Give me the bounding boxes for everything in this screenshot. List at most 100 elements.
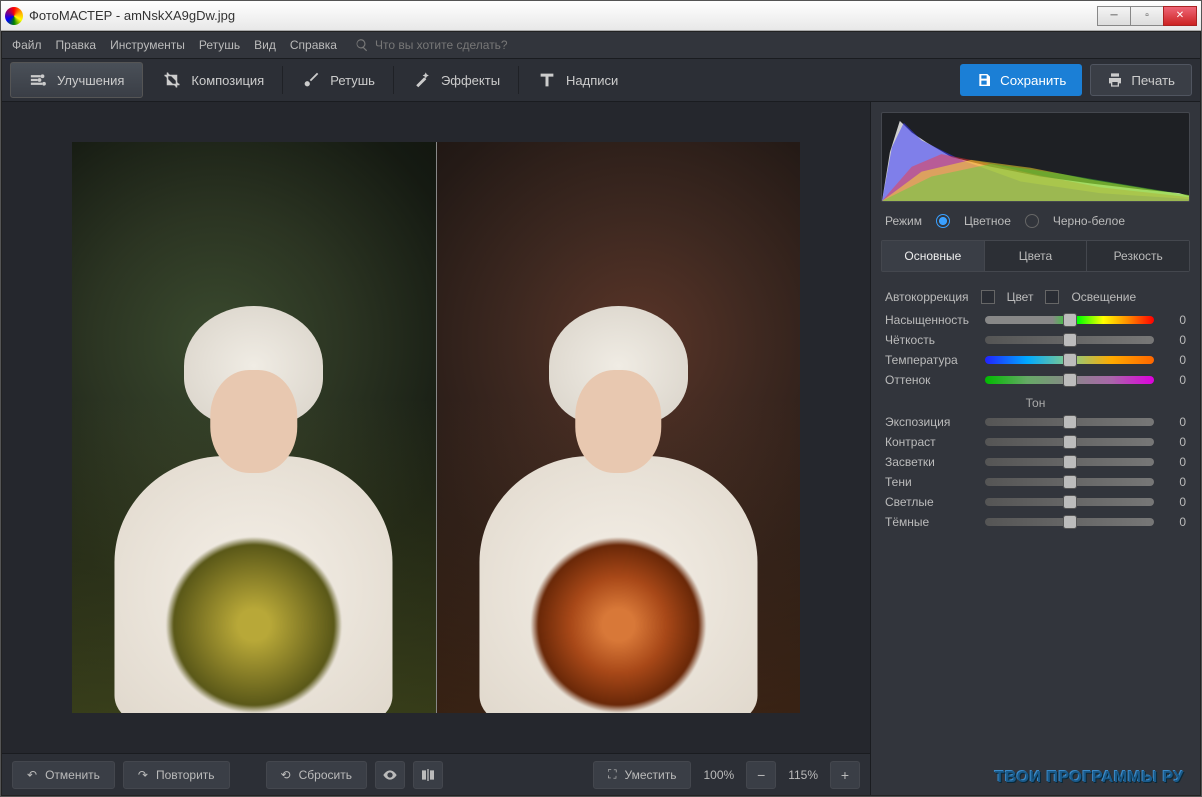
- minimize-button[interactable]: ─: [1097, 6, 1131, 26]
- slider-track[interactable]: [985, 336, 1154, 344]
- tab-retouch[interactable]: Ретушь: [284, 62, 393, 98]
- autocorrect-row: Автокоррекция Цвет Освещение: [883, 284, 1188, 310]
- chk-color[interactable]: [981, 290, 995, 304]
- compare-toggle-button[interactable]: [413, 761, 443, 789]
- auto-color-label[interactable]: Цвет: [1007, 290, 1034, 304]
- slider-thumb[interactable]: [1063, 415, 1077, 429]
- watermark: ТВОИ ПРОГРАММЫ РУ: [881, 761, 1190, 789]
- radio-bw[interactable]: [1025, 214, 1039, 228]
- menu-view[interactable]: Вид: [254, 38, 276, 52]
- slider-value: 0: [1162, 313, 1186, 327]
- slider-label: Засветки: [885, 455, 977, 469]
- compare-view: [72, 142, 800, 713]
- chk-light[interactable]: [1045, 290, 1059, 304]
- slider-color-3: Оттенок 0: [883, 370, 1188, 390]
- canvas[interactable]: [2, 102, 870, 753]
- bottombar: ↶Отменить ↷Повторить ⟲Сбросить ⛶Уместить…: [2, 753, 870, 795]
- titlebar[interactable]: ФотоМАСТЕР - amNskXA9gDw.jpg ─ ▫ ✕: [1, 1, 1201, 31]
- slider-label: Тени: [885, 475, 977, 489]
- histogram-chart: [882, 113, 1189, 201]
- slider-track[interactable]: [985, 458, 1154, 466]
- slider-thumb[interactable]: [1063, 373, 1077, 387]
- slider-track[interactable]: [985, 376, 1154, 384]
- slider-thumb[interactable]: [1063, 475, 1077, 489]
- slider-track[interactable]: [985, 316, 1154, 324]
- slider-tone-1: Контраст 0: [883, 432, 1188, 452]
- preview-toggle-button[interactable]: [375, 761, 405, 789]
- menu-file[interactable]: Файл: [12, 38, 42, 52]
- slider-value: 0: [1162, 435, 1186, 449]
- image-after: [436, 142, 801, 713]
- slider-track[interactable]: [985, 356, 1154, 364]
- zoom-in-button[interactable]: +: [830, 761, 860, 789]
- search-box[interactable]: Что вы хотите сделать?: [355, 38, 508, 52]
- slider-value: 0: [1162, 515, 1186, 529]
- mode-label: Режим: [885, 214, 922, 228]
- zoom-out-button[interactable]: −: [746, 761, 776, 789]
- text-icon: [538, 71, 556, 89]
- slider-value: 0: [1162, 455, 1186, 469]
- zoom-100: 100%: [699, 768, 738, 782]
- slider-label: Температура: [885, 353, 977, 367]
- tab-colors[interactable]: Цвета: [984, 241, 1087, 271]
- slider-color-0: Насыщенность 0: [883, 310, 1188, 330]
- fit-button[interactable]: ⛶Уместить: [593, 761, 691, 789]
- slider-track[interactable]: [985, 518, 1154, 526]
- slider-label: Экспозиция: [885, 415, 977, 429]
- slider-label: Тёмные: [885, 515, 977, 529]
- app-window: ФотоМАСТЕР - amNskXA9gDw.jpg ─ ▫ ✕ Файл …: [0, 0, 1202, 797]
- image-before: [72, 142, 436, 713]
- menubar: Файл Правка Инструменты Ретушь Вид Справ…: [2, 32, 1200, 58]
- tab-effects[interactable]: Эффекты: [395, 62, 518, 98]
- tab-composition[interactable]: Композиция: [145, 62, 282, 98]
- slider-value: 0: [1162, 495, 1186, 509]
- slider-track[interactable]: [985, 478, 1154, 486]
- slider-label: Оттенок: [885, 373, 977, 387]
- slider-tone-0: Экспозиция 0: [883, 412, 1188, 432]
- slider-color-2: Температура 0: [883, 350, 1188, 370]
- eye-icon: [382, 767, 398, 783]
- slider-thumb[interactable]: [1063, 455, 1077, 469]
- histogram[interactable]: [881, 112, 1190, 202]
- slider-track[interactable]: [985, 418, 1154, 426]
- print-icon: [1107, 72, 1123, 88]
- slider-track[interactable]: [985, 498, 1154, 506]
- slider-value: 0: [1162, 333, 1186, 347]
- slider-thumb[interactable]: [1063, 435, 1077, 449]
- save-button[interactable]: Сохранить: [960, 64, 1082, 96]
- slider-track[interactable]: [985, 438, 1154, 446]
- menu-retouch[interactable]: Ретушь: [199, 38, 240, 52]
- mode-bw-label[interactable]: Черно-белое: [1053, 214, 1125, 228]
- tone-section-label: Тон: [883, 390, 1188, 412]
- menu-edit[interactable]: Правка: [56, 38, 97, 52]
- slider-tone-4: Светлые 0: [883, 492, 1188, 512]
- tab-basic[interactable]: Основные: [882, 241, 984, 271]
- tab-sharp[interactable]: Резкость: [1086, 241, 1189, 271]
- window-buttons: ─ ▫ ✕: [1098, 6, 1197, 26]
- tab-enhance[interactable]: Улучшения: [10, 62, 143, 98]
- app-icon: [5, 7, 23, 25]
- controls-list: Автокоррекция Цвет Освещение Насыщенност…: [881, 280, 1190, 753]
- sliders-icon: [29, 71, 47, 89]
- redo-button[interactable]: ↷Повторить: [123, 761, 230, 789]
- crop-icon: [163, 71, 181, 89]
- tab-captions[interactable]: Надписи: [520, 62, 636, 98]
- print-button[interactable]: Печать: [1090, 64, 1192, 96]
- menu-help[interactable]: Справка: [290, 38, 337, 52]
- undo-button[interactable]: ↶Отменить: [12, 761, 115, 789]
- slider-thumb[interactable]: [1063, 353, 1077, 367]
- slider-thumb[interactable]: [1063, 313, 1077, 327]
- reset-button[interactable]: ⟲Сбросить: [266, 761, 367, 789]
- radio-color[interactable]: [936, 214, 950, 228]
- auto-light-label[interactable]: Освещение: [1071, 290, 1136, 304]
- maximize-button[interactable]: ▫: [1130, 6, 1164, 26]
- slider-thumb[interactable]: [1063, 495, 1077, 509]
- search-icon: [355, 38, 369, 52]
- close-button[interactable]: ✕: [1163, 6, 1197, 26]
- menu-tools[interactable]: Инструменты: [110, 38, 185, 52]
- slider-label: Чёткость: [885, 333, 977, 347]
- slider-thumb[interactable]: [1063, 333, 1077, 347]
- mode-color-label[interactable]: Цветное: [964, 214, 1011, 228]
- slider-label: Контраст: [885, 435, 977, 449]
- slider-thumb[interactable]: [1063, 515, 1077, 529]
